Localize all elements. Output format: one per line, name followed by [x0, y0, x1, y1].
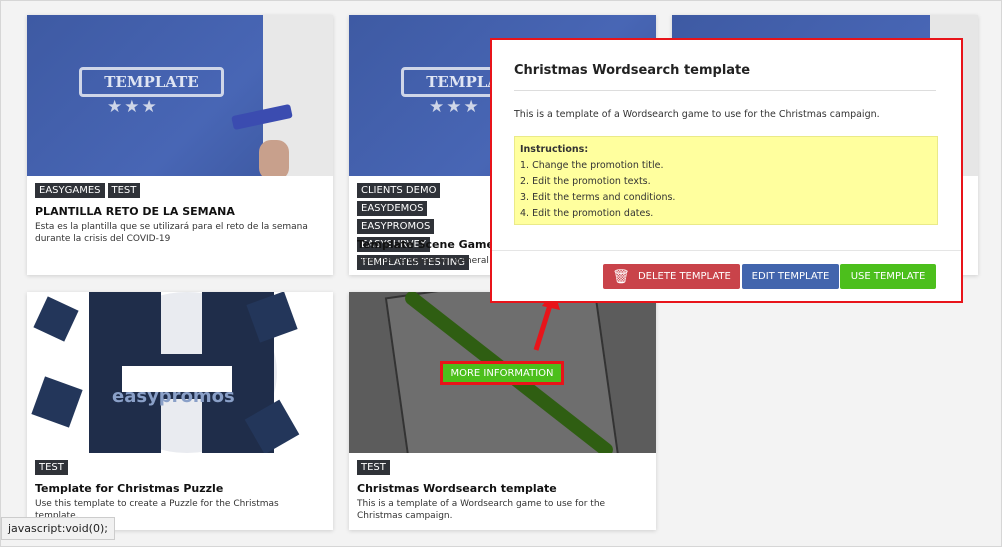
tag: TEST: [35, 460, 68, 475]
instruction-item: 1. Change the promotion title.: [520, 160, 664, 171]
tag: TEST: [357, 460, 390, 475]
stars-icon: ★★★: [429, 97, 481, 117]
template-thumbnail: MORE INFORMATION: [349, 292, 656, 453]
template-thumbnail: easypromos: [27, 292, 333, 453]
instruction-item: 3. Edit the terms and conditions.: [520, 192, 676, 203]
logo-text: easypromos: [112, 386, 235, 407]
instructions-heading: Instructions:: [520, 144, 589, 155]
modal-description: This is a template of a Wordsearch game …: [514, 109, 880, 120]
card-title: PLANTILLA RETO DE LA SEMANA: [35, 205, 235, 218]
instruction-item: 2. Edit the promotion texts.: [520, 176, 651, 187]
delete-template-button[interactable]: 🗑 DELETE TEMPLATE: [603, 264, 740, 289]
template-banner: TEMPLATE: [79, 67, 224, 97]
tag: CLIENTS DEMO: [357, 183, 441, 198]
template-card[interactable]: easypromos TEST Template for Christmas P…: [27, 292, 333, 530]
tag: EASYGAMES: [35, 183, 105, 198]
trash-icon: 🗑: [612, 268, 630, 285]
tag: EASYDEMOS: [357, 201, 428, 216]
tag: TEST: [107, 183, 141, 198]
card-title: Template for Christmas Puzzle: [35, 482, 224, 495]
card-title: Christmas Wordsearch template: [357, 482, 557, 495]
card-description: Esta es la plantilla que se utilizará pa…: [35, 222, 308, 244]
modal-title: Christmas Wordsearch template: [514, 63, 751, 78]
template-info-modal: Christmas Wordsearch template This is a …: [490, 38, 963, 303]
edit-template-button[interactable]: EDIT TEMPLATE: [742, 264, 839, 289]
divider: [514, 90, 936, 91]
more-information-button[interactable]: MORE INFORMATION: [440, 361, 564, 385]
divider: [492, 250, 961, 251]
template-card[interactable]: MORE INFORMATION TEST Christmas Wordsear…: [349, 292, 656, 530]
use-template-button[interactable]: USE TEMPLATE: [840, 264, 936, 289]
instruction-item: 4. Edit the promotion dates.: [520, 208, 654, 219]
stars-icon: ★★★: [107, 97, 159, 117]
hand-image: [259, 140, 289, 176]
delete-template-label: DELETE TEMPLATE: [637, 271, 731, 282]
tag: EASYPROMOS: [357, 219, 435, 234]
template-card[interactable]: TEMPLATE ★★★ EASYGAMES TEST PLANTILLA RE…: [27, 15, 333, 275]
card-description: This is a template of a Wordsearch game …: [357, 499, 606, 521]
instructions-box: Instructions: 1. Change the promotion ti…: [514, 136, 938, 225]
template-thumbnail: TEMPLATE ★★★: [27, 15, 333, 176]
status-bar-url: javascript:void(0);: [1, 517, 115, 540]
